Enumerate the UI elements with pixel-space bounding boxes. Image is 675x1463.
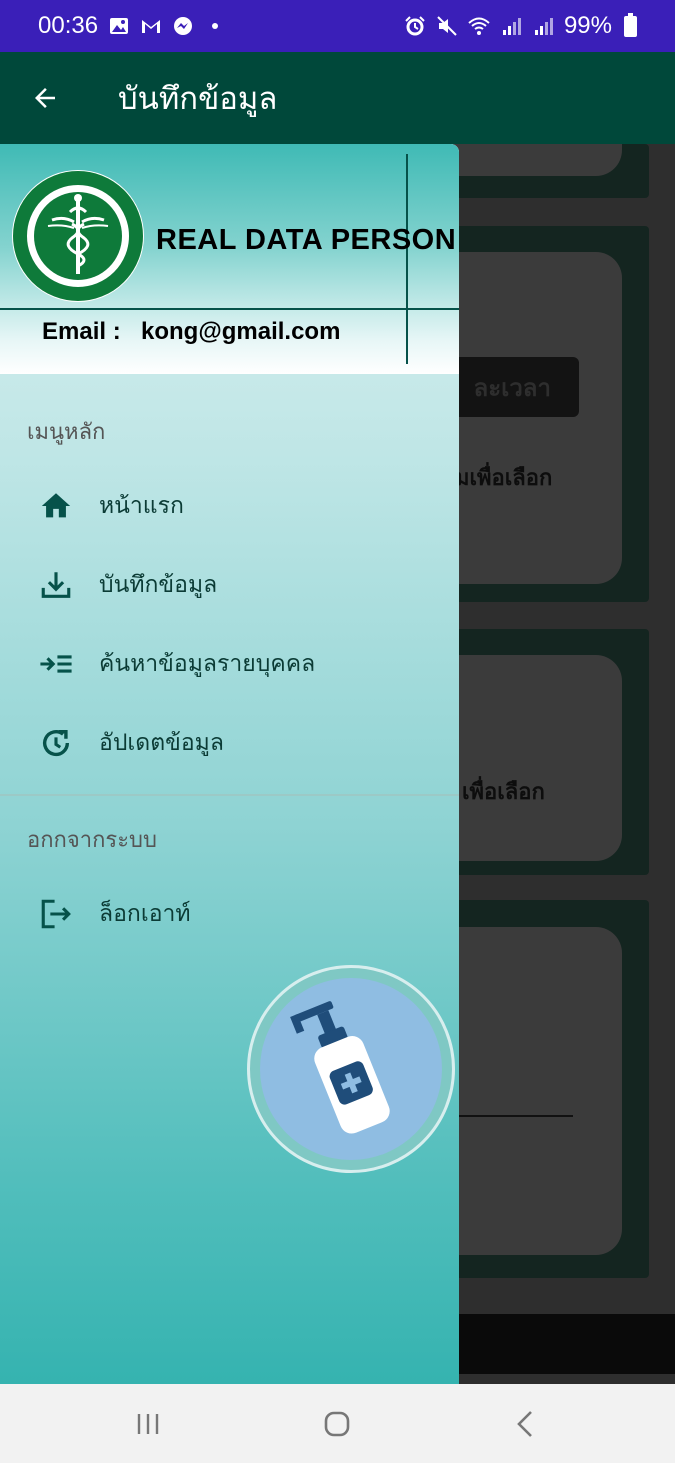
menu-item-update-data[interactable]: อัปเดตข้อมูล <box>0 708 459 778</box>
email-value: kong@gmail.com <box>141 318 341 345</box>
back-chevron-icon <box>517 1410 532 1437</box>
menu-item-label: บันทึกข้อมูล <box>99 572 218 598</box>
mute-icon <box>436 15 458 37</box>
back-nav-button[interactable] <box>476 1384 576 1463</box>
battery-percent: 99% <box>563 12 612 39</box>
system-nav-bar <box>0 1384 675 1463</box>
wifi-icon <box>468 15 490 37</box>
menu-item-record-data[interactable]: บันทึกข้อมูล <box>0 550 459 620</box>
menu-item-search-person[interactable]: ค้นหาข้อมูลรายบุคคล <box>0 629 459 699</box>
ministry-of-public-health-logo <box>12 170 144 302</box>
hand-sanitizer-illustration <box>247 965 455 1173</box>
signal-icon <box>500 15 522 37</box>
alarm-icon <box>404 15 426 37</box>
download-icon <box>39 568 73 602</box>
header-divider-horizontal <box>0 308 459 310</box>
email-label: Email : <box>42 318 121 345</box>
status-bar: 00:36 99% <box>0 0 675 52</box>
menu-divider <box>0 794 459 796</box>
search-list-icon <box>39 647 73 681</box>
exit-section-title: อกกจากระบบ <box>27 828 157 853</box>
messenger-icon <box>172 15 194 37</box>
gallery-icon <box>108 15 130 37</box>
bg-select-text-2: เพื่อเลือก <box>462 780 545 805</box>
app-bar: บันทึกข้อมูล <box>0 52 675 144</box>
update-icon <box>39 726 73 760</box>
dot-icon <box>204 15 226 37</box>
bg-select-text-1: มเพื่อเลือก <box>455 466 553 491</box>
recent-apps-icon <box>137 1413 159 1434</box>
logout-icon <box>39 897 73 931</box>
menu-item-label: หน้าแรก <box>99 493 184 519</box>
home-button[interactable] <box>287 1384 387 1463</box>
navigation-drawer: REAL DATA PERSON Email : kong@gmail.com … <box>0 144 459 1384</box>
battery-icon <box>624 12 637 37</box>
drawer-header: REAL DATA PERSON Email : kong@gmail.com <box>0 144 459 374</box>
status-time: 00:36 <box>38 12 99 39</box>
gmail-icon <box>140 15 162 37</box>
menu-item-label: ล็อกเอาท์ <box>99 901 191 927</box>
org-name: REAL DATA PERSON <box>156 224 457 256</box>
home-circle-icon <box>324 1411 350 1436</box>
arrow-back-icon <box>35 88 55 108</box>
main-menu-title: เมนูหลัก <box>27 420 106 445</box>
menu-item-logout[interactable]: ล็อกเอาท์ <box>0 879 459 949</box>
hand-sanitizer-icon <box>290 1001 390 1134</box>
menu-item-home[interactable]: หน้าแรก <box>0 471 459 541</box>
page-title: บันทึกข้อมูล <box>118 81 278 117</box>
back-button[interactable] <box>0 52 90 144</box>
home-icon <box>39 489 73 523</box>
menu-item-label: อัปเดตข้อมูล <box>99 730 224 756</box>
recent-apps-button[interactable] <box>98 1384 198 1463</box>
menu-item-label: ค้นหาข้อมูลรายบุคคล <box>99 651 316 677</box>
header-divider-vertical <box>406 154 408 364</box>
signal-icon <box>532 15 554 37</box>
